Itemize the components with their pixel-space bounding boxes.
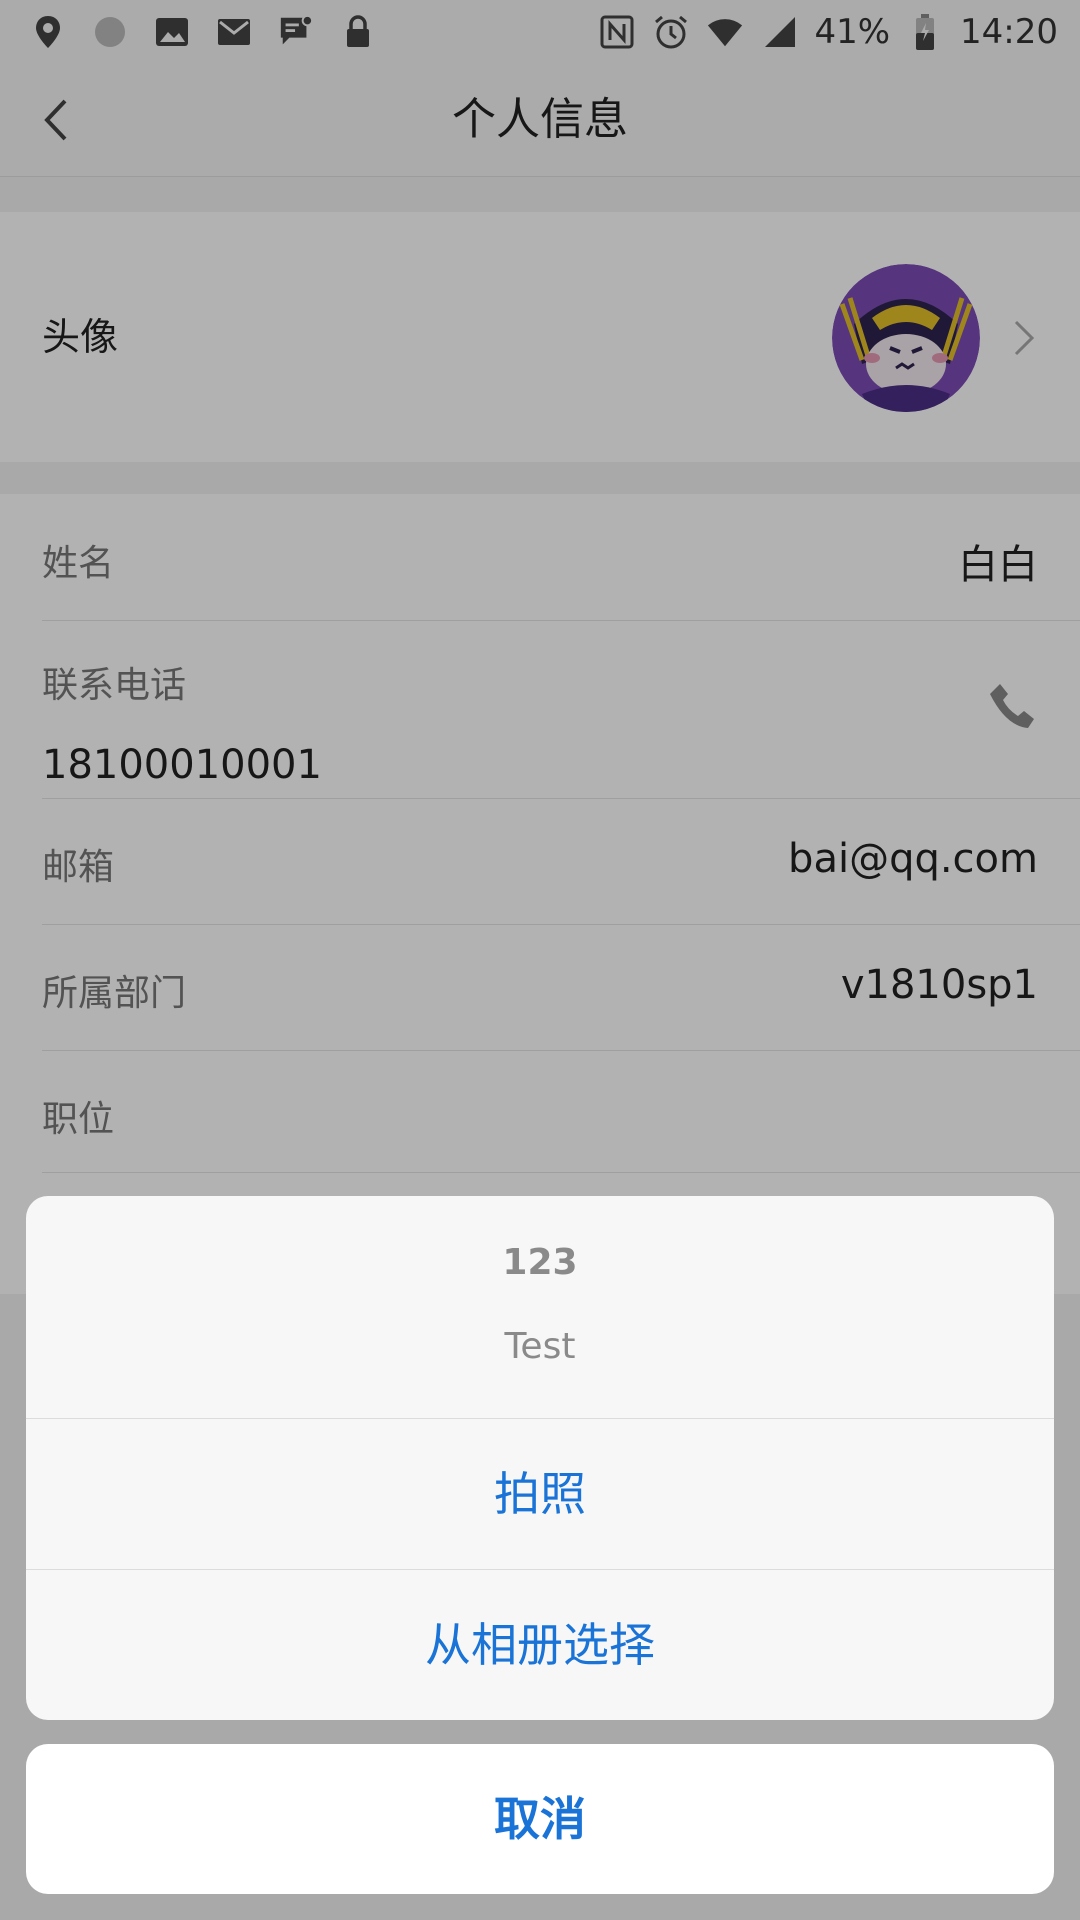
action-sheet-title: 123 [502,1242,578,1283]
action-sheet: 123 Test 拍照 从相册选择 [26,1196,1054,1720]
action-sheet-header: 123 Test [26,1196,1054,1419]
take-photo-button[interactable]: 拍照 [26,1419,1054,1570]
action-sheet-message: Test [504,1326,576,1367]
choose-from-album-button[interactable]: 从相册选择 [26,1570,1054,1720]
cancel-button[interactable]: 取消 [26,1744,1054,1894]
